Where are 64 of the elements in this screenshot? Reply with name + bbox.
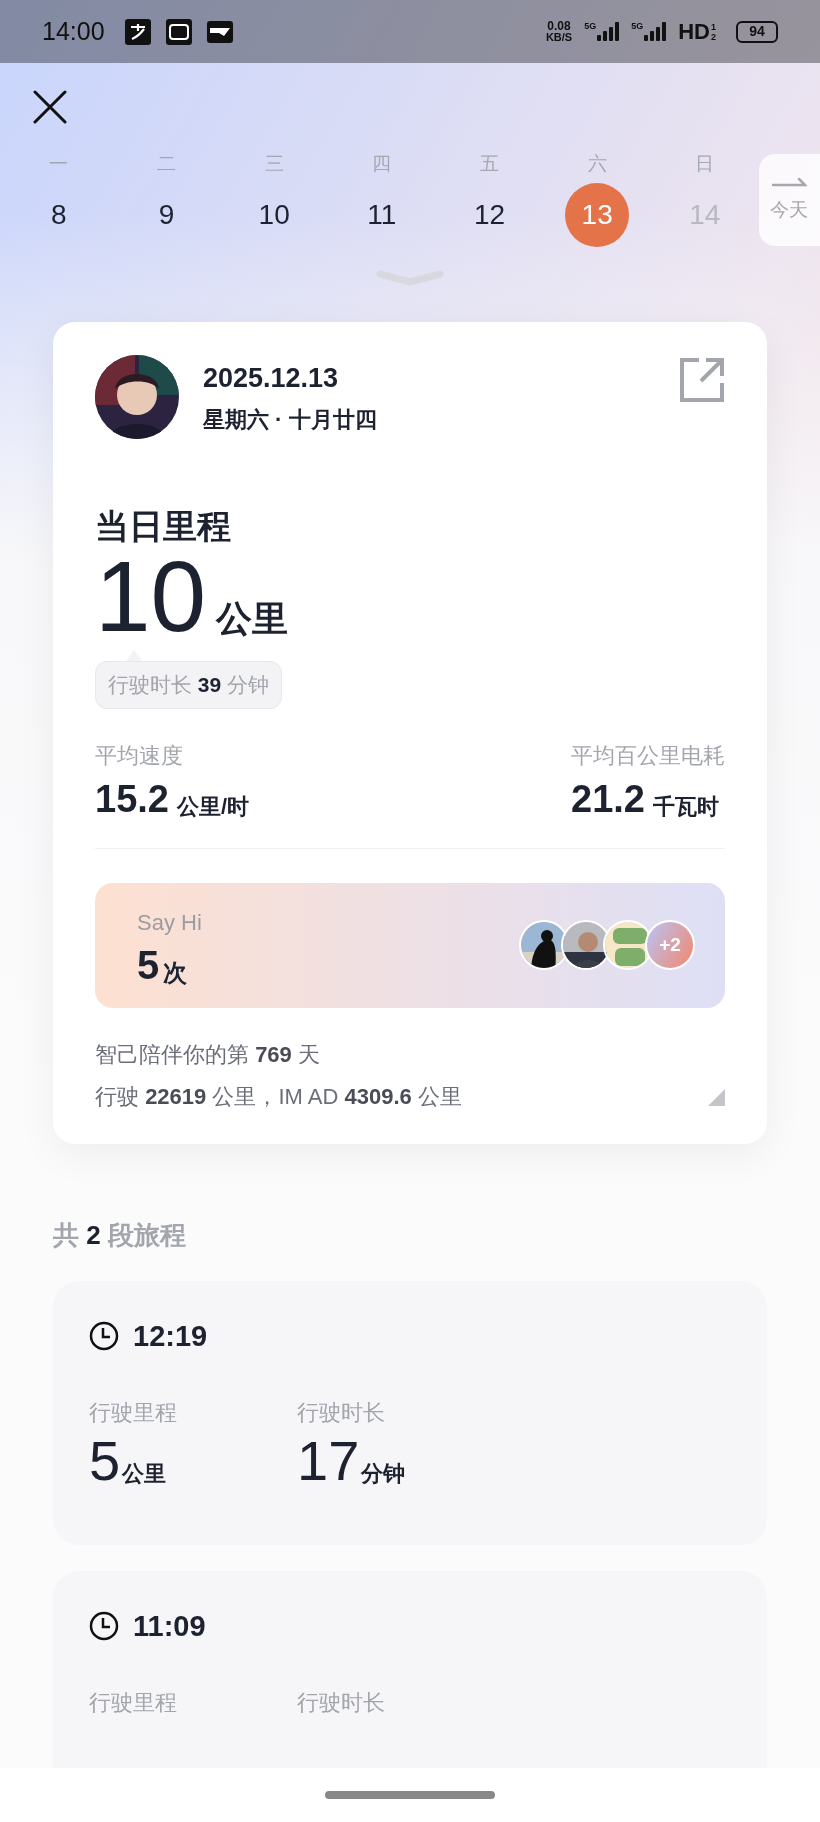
summary-text: 智己陪伴你的第 769 天 — [95, 1040, 321, 1069]
distance-value: 10 — [95, 553, 207, 639]
stat-label: 平均百公里电耗 — [571, 741, 725, 770]
section-title: 当日里程 — [95, 506, 232, 547]
date-item[interactable]: 8 — [26, 182, 91, 247]
weekday-label: 四 — [372, 153, 392, 173]
trip-stat-value: 5 — [89, 1437, 121, 1485]
stat-value: 15.2 — [95, 779, 169, 818]
say-hi-count: 5 — [137, 944, 160, 985]
date-subtitle: 星期六 · 十月廿四 — [203, 405, 377, 434]
trip-stat-label: 行驶里程 — [89, 1399, 178, 1427]
trip-time: 12:19 — [133, 1318, 208, 1354]
clock-icon — [89, 1321, 119, 1352]
trip-stat-label: 行驶时长 — [297, 1689, 386, 1717]
corner-fold-icon — [708, 1088, 725, 1106]
weekday-label: 一 — [49, 153, 69, 173]
close-icon — [33, 89, 67, 124]
say-hi-title: Say Hi — [137, 908, 202, 937]
hd-label: HD — [678, 20, 710, 43]
trip-card[interactable]: 11:09 行驶里程 行驶时长 — [53, 1570, 767, 1768]
weekday-label: 六 — [587, 153, 607, 173]
date-item[interactable]: 9 — [134, 182, 199, 247]
share-button[interactable] — [679, 357, 725, 403]
network-type: 5G — [584, 22, 597, 31]
stat-label: 平均速度 — [95, 741, 184, 770]
stat-unit: 千瓦时 — [652, 795, 719, 818]
clock-icon — [89, 1611, 119, 1642]
summary-text: 行驶 22619 公里，IM AD 4309.6 公里 — [95, 1082, 462, 1111]
distance-unit: 公里 — [216, 600, 289, 637]
trips-heading: 共 2 段旅程 — [53, 1218, 187, 1252]
trip-stat-unit: 公里 — [122, 1462, 167, 1485]
network-type: 5G — [631, 22, 644, 31]
duration-badge: 行驶时长 39 分钟 — [95, 660, 283, 709]
app-icon — [124, 18, 151, 45]
say-hi-card[interactable]: Say Hi 5 次 +2 — [95, 882, 725, 1008]
signal-icon — [597, 22, 620, 41]
battery-indicator: 94 — [736, 20, 778, 43]
trip-stat-label: 行驶里程 — [89, 1689, 178, 1717]
date-title: 2025.12.13 — [203, 362, 340, 396]
weekday-label: 二 — [157, 153, 176, 173]
network-speed: 0.08 — [547, 20, 571, 32]
date-item[interactable]: 12 — [457, 182, 522, 247]
date-item[interactable]: 10 — [242, 182, 307, 247]
trip-stat-unit: 分钟 — [361, 1462, 406, 1485]
say-hi-unit: 次 — [163, 960, 188, 985]
trip-time: 11:09 — [133, 1608, 206, 1644]
date-item[interactable]: 11 — [349, 182, 414, 247]
message-icon — [206, 20, 233, 43]
network-unit: KB/S — [545, 31, 573, 43]
stat-value: 21.2 — [571, 779, 645, 818]
app-icon — [165, 18, 192, 45]
trip-card[interactable]: 12:19 行驶里程 5公里 行驶时长 17分钟 — [53, 1280, 767, 1545]
hd-slot-number: 1 — [711, 21, 716, 32]
trip-stat-value: 17 — [297, 1437, 360, 1485]
weekday-label: 五 — [480, 153, 499, 173]
hd-slot-number: 2 — [711, 31, 716, 42]
share-icon — [679, 357, 725, 403]
signal-icon — [644, 22, 667, 41]
status-time: 14:00 — [42, 15, 105, 47]
weekday-label: 三 — [264, 153, 284, 173]
stat-unit: 公里/时 — [176, 795, 250, 818]
trip-stat-label: 行驶时长 — [297, 1399, 386, 1427]
weekday-label: 日 — [695, 153, 715, 173]
more-count-badge: +2 — [645, 920, 695, 970]
